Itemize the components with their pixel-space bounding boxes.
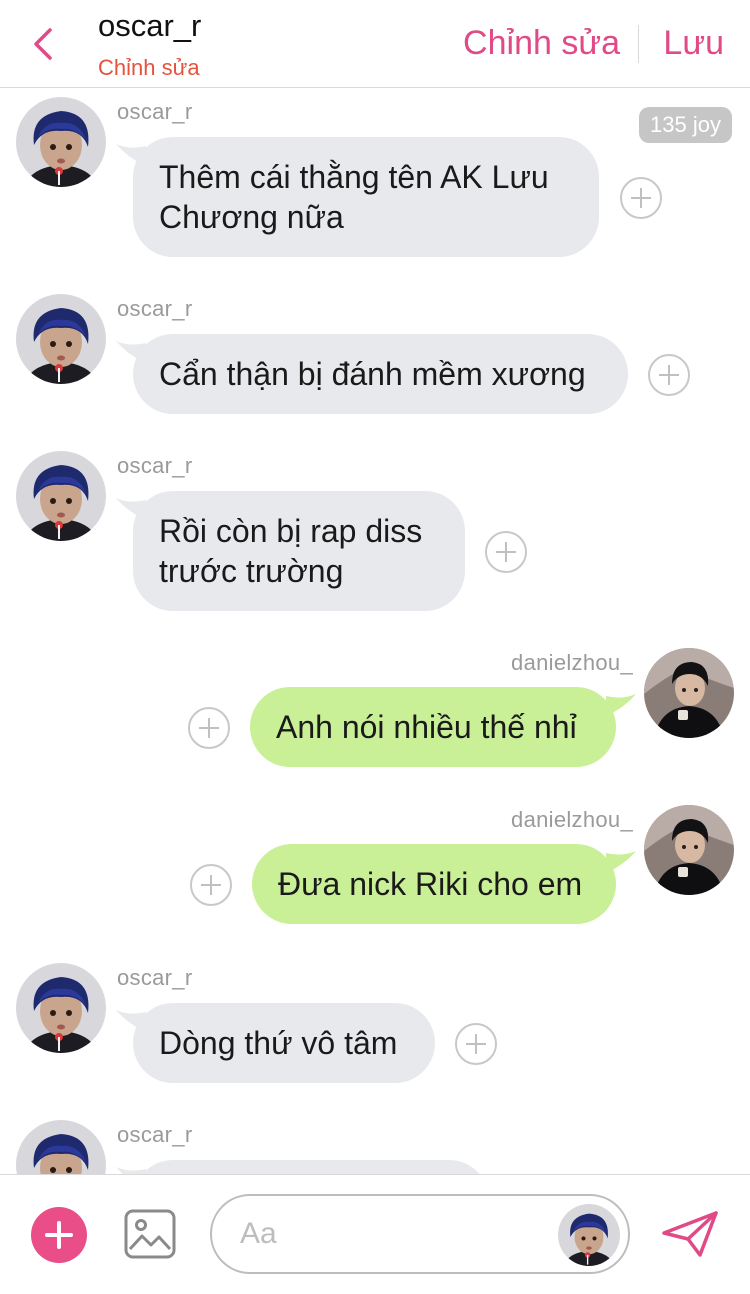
sender-name: oscar_r — [117, 1122, 193, 1147]
edit-button[interactable]: Chỉnh sửa — [463, 24, 620, 63]
save-button[interactable]: Lưu — [663, 24, 724, 63]
sender-name: oscar_r — [117, 453, 193, 478]
avatar[interactable] — [16, 1120, 106, 1174]
message-bubble[interactable]: Đưa nick Riki cho em — [252, 844, 616, 924]
message-text-line: Chương nữa — [159, 199, 344, 235]
avatar[interactable] — [558, 1204, 620, 1266]
message-row: danielzhou_ Anh nói nhiều thế nhỉ — [0, 648, 750, 798]
message-bubble[interactable]: Cẩn thận bị đánh mềm xương — [133, 334, 628, 414]
composer-bar — [0, 1174, 750, 1294]
sender-name: danielzhou_ — [511, 650, 633, 675]
bubble-tail — [116, 1163, 146, 1174]
message-bubble[interactable]: Dòng thứ vô tâm — [133, 1003, 435, 1083]
avatar[interactable] — [16, 963, 106, 1053]
avatar[interactable] — [644, 648, 734, 738]
react-plus-icon[interactable] — [190, 864, 232, 906]
avatar[interactable] — [644, 805, 734, 895]
react-plus-icon[interactable] — [620, 177, 662, 219]
react-plus-icon[interactable] — [188, 707, 230, 749]
message-bubble[interactable]: Thêm cái thằng tên AK Lưu Chương nữa — [133, 137, 599, 257]
message-row: oscar_r Rồi còn bị rap diss trước trường — [0, 442, 750, 639]
sender-name: oscar_r — [117, 965, 193, 990]
message-text-line: Đưa nick Riki cho em — [278, 866, 583, 902]
message-bubble[interactable]: Rồi còn bị rap diss trước trường — [133, 491, 465, 611]
message-row: oscar_r Cẩn thận bị đánh mềm xương — [0, 285, 750, 442]
chat-header: oscar_r Chỉnh sửa Chỉnh sửa Lưu — [0, 0, 750, 88]
message-text-line: Cẩn thận bị đánh mềm xương — [159, 356, 586, 392]
message-row: oscar_r — [0, 1111, 750, 1174]
chat-title: oscar_r — [98, 8, 202, 43]
react-plus-icon[interactable] — [648, 354, 690, 396]
joy-badge: 135 joy — [639, 107, 732, 143]
message-text-line: Thêm cái thằng tên AK Lưu — [159, 159, 549, 195]
message-text-line: Dòng thứ vô tâm — [159, 1025, 398, 1061]
paper-plane-icon[interactable] — [660, 1209, 720, 1259]
message-bubble[interactable] — [133, 1160, 489, 1174]
chevron-left-icon[interactable] — [28, 26, 60, 62]
sender-name: oscar_r — [117, 296, 193, 321]
message-list[interactable]: oscar_r 135 joy Thêm cái thằng tên AK Lư… — [0, 88, 750, 1174]
react-plus-icon[interactable] — [455, 1023, 497, 1065]
header-divider — [638, 25, 639, 63]
sender-name: oscar_r — [117, 99, 193, 124]
avatar[interactable] — [16, 451, 106, 541]
message-text-line: Anh nói nhiều thế nhỉ — [276, 709, 577, 745]
message-bubble[interactable]: Anh nói nhiều thế nhỉ — [250, 687, 616, 767]
avatar[interactable] — [16, 294, 106, 384]
message-row: danielzhou_ Đưa nick Riki cho em — [0, 805, 750, 955]
image-icon[interactable] — [124, 1209, 176, 1259]
message-text-line: trước trường — [159, 553, 344, 589]
avatar[interactable] — [16, 97, 106, 187]
chat-subtitle[interactable]: Chỉnh sửa — [98, 55, 200, 81]
react-plus-icon[interactable] — [485, 531, 527, 573]
sender-name: danielzhou_ — [511, 807, 633, 832]
add-plus-icon[interactable] — [31, 1207, 87, 1263]
message-row: oscar_r Dòng thứ vô tâm — [0, 954, 750, 1111]
message-text-line: Rồi còn bị rap diss — [159, 513, 423, 549]
message-row: oscar_r 135 joy Thêm cái thằng tên AK Lư… — [0, 88, 750, 285]
